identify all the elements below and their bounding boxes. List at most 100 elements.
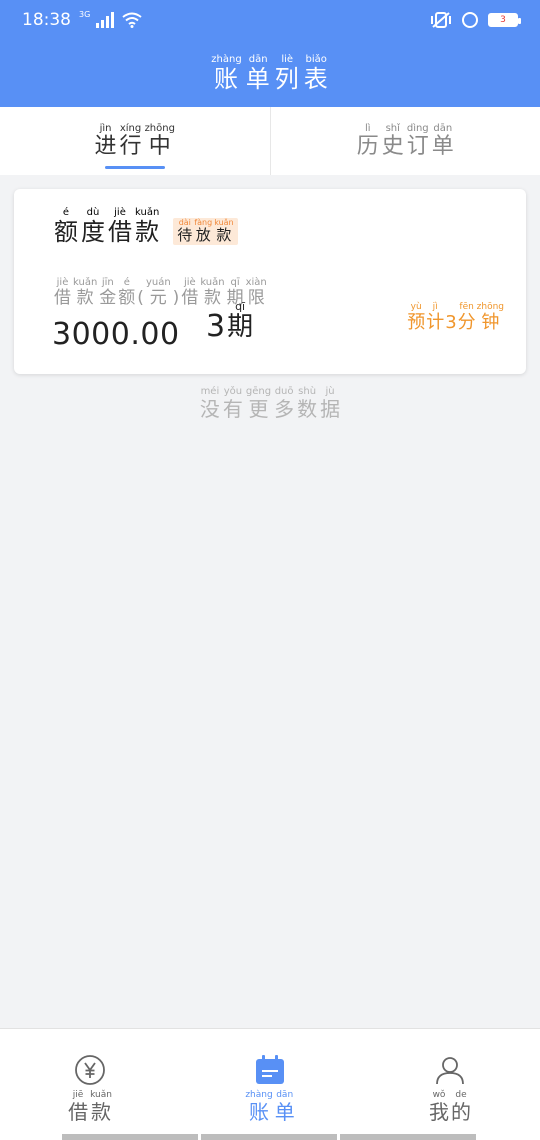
wifi-icon xyxy=(122,12,142,28)
hanzi: 单 xyxy=(431,133,454,159)
no-more-char: méi 没 xyxy=(200,386,220,420)
page-title-char: dān 单 xyxy=(246,54,271,92)
status-badge: dài 待 fàng 放 kuǎn 款 xyxy=(173,217,238,246)
loan-type-char: é额 xyxy=(54,207,78,245)
eta-prefix-char: jì 计 xyxy=(426,301,444,333)
loan-amount-unit-label: yuán 元 xyxy=(146,277,171,308)
nav-mine[interactable]: wǒ 我 de 的 xyxy=(360,1029,540,1140)
tab-history-orders[interactable]: lì 历 shǐ 史 dìng 订 dān 单 xyxy=(269,107,540,175)
hanzi: 放 xyxy=(195,225,211,244)
hanzi: 分 xyxy=(457,312,476,333)
loan-card[interactable]: é 额 dù 度 jiè 借 kuǎn 款 dài 待 fàng 放 kuǎn 款 jiè 借 kuǎn 款 j… xyxy=(14,189,526,374)
lock-rotation-icon xyxy=(462,12,478,28)
hanzi: 借 xyxy=(181,288,199,308)
hanzi: 额 xyxy=(118,288,136,308)
order-tabs: jìn 进 xíng 行 zhōng 中 lì 历 shǐ 史 dìng 订 dān 单 xyxy=(0,107,540,175)
hanzi: 订 xyxy=(406,133,429,159)
hanzi: 账 xyxy=(249,1100,269,1124)
hanzi: 预 xyxy=(407,312,426,333)
loan-type-title: é 额 dù 度 jiè 借 kuǎn 款 xyxy=(54,207,159,245)
no-more-char: gēng 更 xyxy=(246,386,271,420)
loan-term-number: 3 xyxy=(206,308,226,344)
hanzi: 款 xyxy=(90,1100,111,1124)
hanzi: 单 xyxy=(245,65,271,94)
hanzi: 史 xyxy=(381,133,404,159)
nav-mine-char: wǒ 我 xyxy=(429,1089,449,1123)
page-title-char: zhàng 账 xyxy=(211,54,241,92)
hanzi: 我 xyxy=(429,1100,449,1124)
estimated-time: yù 预 jì 计 3 fēn 分 zhōng 钟 xyxy=(407,301,504,333)
hanzi: 计 xyxy=(426,312,445,333)
term-label-char: jiè 借 xyxy=(181,277,198,308)
hanzi: 待 xyxy=(177,225,193,244)
loan-type-char: kuǎn 款 xyxy=(135,207,159,245)
page-title-char: liè 列 xyxy=(275,54,300,92)
app-header: zhàng 账 dān 单 liè 列 biǎo 表 xyxy=(0,40,540,107)
signal-icon xyxy=(96,12,115,28)
nav-loan[interactable]: jiē 借 kuǎn 款 xyxy=(0,1029,180,1140)
no-more-char: yǒu 有 xyxy=(223,386,243,420)
eta-suffix-char: fēn 分 xyxy=(458,301,476,333)
tab-in-progress-char: zhōng 中 xyxy=(145,123,175,159)
hanzi: 钟 xyxy=(481,312,500,333)
no-more-data-text: méi 没 yǒu 有 gēng 更 duō 多 shù 数 jù 据 xyxy=(0,386,540,420)
hanzi: 列 xyxy=(274,65,300,94)
user-icon xyxy=(433,1053,467,1087)
vibrate-icon xyxy=(431,12,451,28)
hanzi: 金 xyxy=(99,288,117,308)
hanzi: 中 xyxy=(148,133,171,159)
status-badge-char: kuǎn 款 xyxy=(214,218,233,244)
amount-label-char: kuǎn 款 xyxy=(73,277,97,308)
hanzi: 有 xyxy=(222,397,243,421)
hanzi: 历 xyxy=(356,133,379,159)
tab-history-orders-label: lì 历 shǐ 史 dìng 订 dān 单 xyxy=(357,123,454,159)
nav-loan-label: jiē 借 kuǎn 款 xyxy=(68,1089,112,1123)
hanzi: 据 xyxy=(320,397,341,421)
hanzi: 没 xyxy=(199,397,220,421)
hanzi: 借 xyxy=(54,288,71,308)
tab-in-progress-char: xíng 行 xyxy=(120,123,142,159)
hanzi: 多 xyxy=(274,397,295,421)
yuan-icon xyxy=(73,1053,107,1087)
hanzi: 进 xyxy=(94,133,117,159)
nav-bill-char: dān 单 xyxy=(275,1089,295,1123)
status-time: 18:38 xyxy=(22,10,71,30)
amount-label-char: é额 xyxy=(118,277,135,308)
no-more-char: jù 据 xyxy=(320,386,340,420)
eta-suffix-char: zhōng 钟 xyxy=(477,301,504,333)
tab-history-char: lì 历 xyxy=(357,123,379,159)
nav-bill[interactable]: zhàng 账 dān 单 xyxy=(180,1029,360,1140)
amount-label-char: jiè 借 xyxy=(54,277,71,308)
nav-mine-label: wǒ 我 de 的 xyxy=(429,1089,471,1123)
battery-level: 3 xyxy=(500,15,506,25)
bottom-navigation: jiē 借 kuǎn 款 zhàng 账 dān 单 wǒ 我 de 的 xyxy=(0,1028,540,1140)
loan-term-value: 3 qī 期 xyxy=(206,301,253,342)
amount-unit-char: yuán 元 xyxy=(146,277,171,308)
hanzi: 款 xyxy=(216,225,232,244)
nav-bill-label: zhàng 账 dān 单 xyxy=(245,1089,294,1123)
hanzi: 元 xyxy=(149,288,167,308)
bill-icon xyxy=(253,1053,287,1087)
eta-number: 3 xyxy=(445,312,457,333)
no-more-char: shù 数 xyxy=(297,386,317,420)
nav-bill-char: zhàng 账 xyxy=(245,1089,272,1123)
hanzi: 额 xyxy=(54,218,78,246)
status-badge-char: fàng 放 xyxy=(194,218,212,244)
status-bar: 18:38 3G 3 xyxy=(0,0,540,40)
battery-icon: 3 xyxy=(488,13,521,27)
amount-label-char: jīn 金 xyxy=(99,277,116,308)
loan-type-char: jiè 借 xyxy=(108,207,132,245)
hanzi: 款 xyxy=(135,218,160,246)
loan-amount-value: 3000.00 xyxy=(52,317,180,352)
page-title-char: biǎo 表 xyxy=(304,54,329,92)
nav-loan-char: kuǎn 款 xyxy=(90,1089,112,1123)
hanzi: 数 xyxy=(297,397,318,421)
tab-in-progress-label: jìn 进 xíng 行 zhōng 中 xyxy=(95,123,175,159)
eta-suffix: fēn 分 zhōng 钟 xyxy=(458,301,504,333)
hanzi: 的 xyxy=(451,1100,471,1124)
tab-in-progress[interactable]: jìn 进 xíng 行 zhōng 中 xyxy=(0,107,270,175)
hanzi: 表 xyxy=(303,65,329,94)
page-title: zhàng 账 dān 单 liè 列 biǎo 表 xyxy=(211,54,328,92)
tab-history-char: dān 单 xyxy=(432,123,454,159)
hanzi: 更 xyxy=(248,397,269,421)
